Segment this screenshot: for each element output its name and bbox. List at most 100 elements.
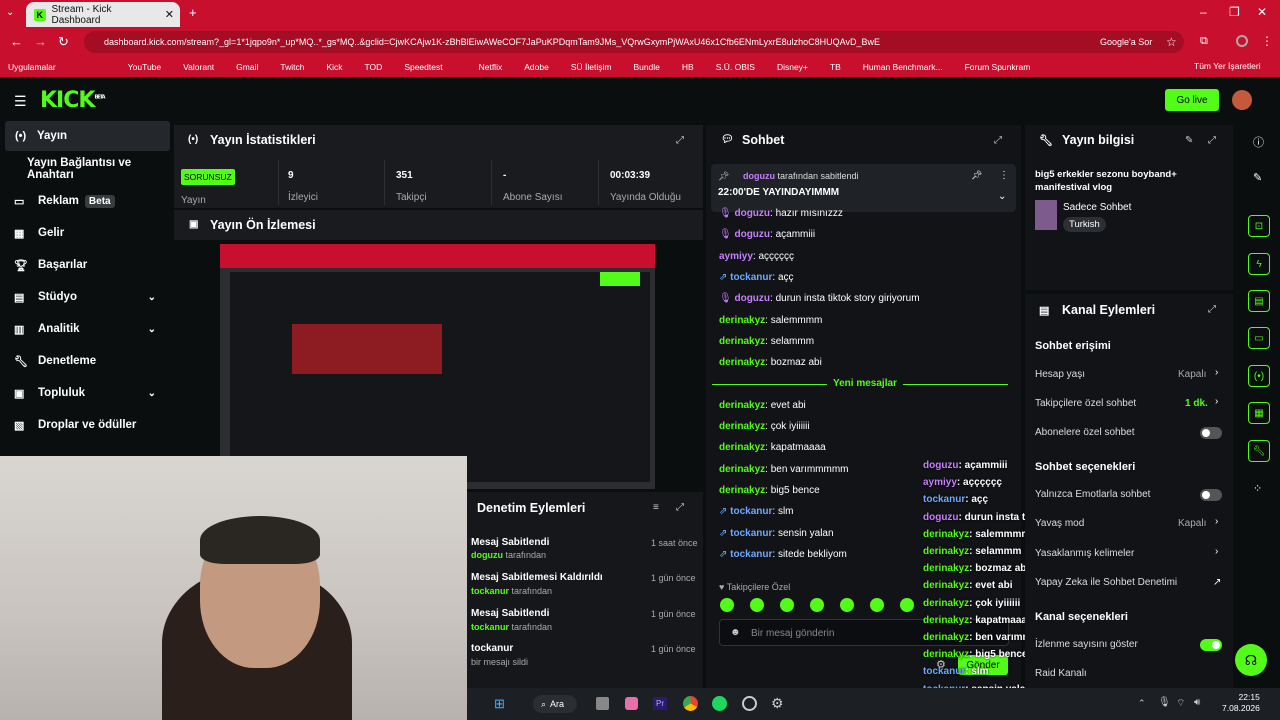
chat-username[interactable]: doguzu bbox=[734, 208, 770, 219]
sidebar-item-revenue[interactable]: ▦ Gelir bbox=[0, 218, 170, 248]
emoji-icon[interactable]: ☻ bbox=[730, 627, 741, 638]
edit-icon[interactable]: ✎ bbox=[1185, 135, 1193, 146]
sidebar-item-drops[interactable]: ▧ Droplar ve ödüller bbox=[0, 410, 170, 440]
bookmark-item[interactable]: HB bbox=[682, 62, 694, 72]
tray-chevron-icon[interactable]: ⌃ bbox=[1138, 698, 1146, 709]
minimize-icon[interactable]: – bbox=[1200, 5, 1207, 19]
followers-chat-setting[interactable]: Takipçilere özel sohbet bbox=[1035, 398, 1136, 409]
all-bookmarks[interactable]: Tüm Yer İşaretleri bbox=[1194, 61, 1261, 71]
filter-icon[interactable]: ≡ bbox=[653, 502, 659, 513]
chat-username[interactable]: derinakyz bbox=[719, 315, 765, 326]
mod-user[interactable]: tockanur bbox=[471, 622, 509, 632]
sidebar-item-stream-key[interactable]: Yayın Bağlantısı ve Anahtarı bbox=[0, 154, 170, 184]
windows-start-icon[interactable]: ⊞ bbox=[494, 696, 505, 712]
profile-icon[interactable] bbox=[1236, 35, 1248, 47]
obs-icon[interactable] bbox=[742, 696, 757, 711]
emote-icon[interactable] bbox=[780, 598, 794, 612]
emote-icon[interactable] bbox=[900, 598, 914, 612]
info-icon[interactable]: ⓘ bbox=[1253, 134, 1264, 150]
stream-preview-video[interactable] bbox=[220, 244, 655, 489]
mod-user[interactable]: doguzu bbox=[471, 550, 503, 560]
bookmark-star-icon[interactable]: ☆ bbox=[1166, 35, 1177, 49]
emote-icon[interactable] bbox=[750, 598, 764, 612]
sidebar-item-community[interactable]: ▣ Topluluk ⌄ bbox=[0, 378, 170, 408]
avatar[interactable] bbox=[1232, 90, 1252, 110]
bookmark-item[interactable]: Uygulamalar bbox=[8, 62, 56, 72]
chat-username[interactable]: derinakyz bbox=[719, 357, 765, 368]
chat-username[interactable]: derinakyz bbox=[719, 442, 765, 453]
bookmark-item[interactable]: Kick bbox=[326, 62, 342, 72]
pinned-message[interactable]: 📌︎ doguzu tarafından sabitlendi 22:00'DE… bbox=[711, 164, 1016, 212]
chat-username[interactable]: derinakyz bbox=[719, 421, 765, 432]
subs-chat-toggle[interactable] bbox=[1200, 427, 1222, 439]
bookmark-item[interactable]: TOD bbox=[365, 62, 383, 72]
google-ask-button[interactable]: Google'a Sor bbox=[1086, 37, 1153, 47]
apps-icon[interactable]: ⁘ bbox=[1253, 482, 1262, 495]
show-viewers-toggle[interactable] bbox=[1200, 639, 1222, 651]
chat-username[interactable]: derinakyz bbox=[719, 464, 765, 475]
taskbar-clock[interactable]: 22:15 7.08.2026 bbox=[1222, 692, 1260, 714]
layout-icon[interactable]: ▦ bbox=[1248, 402, 1270, 424]
chat-username[interactable]: aymiyy bbox=[719, 251, 753, 262]
expand-icon[interactable]: ⤢ bbox=[1208, 304, 1216, 315]
expand-icon[interactable]: ⤢ bbox=[994, 135, 1002, 146]
emote-only-toggle[interactable] bbox=[1200, 489, 1222, 501]
spotify-icon[interactable] bbox=[712, 696, 727, 711]
bookmark-item[interactable]: Human Benchmark... bbox=[863, 62, 943, 72]
forward-icon[interactable]: → bbox=[34, 34, 47, 49]
chat-username[interactable]: tockanur bbox=[730, 272, 772, 283]
wrench-icon[interactable]: 🔧︎ bbox=[1248, 440, 1270, 462]
chat-username[interactable]: derinakyz bbox=[719, 485, 765, 496]
bookmark-item[interactable]: Twitch bbox=[280, 62, 304, 72]
bookmark-item[interactable]: Disney+ bbox=[777, 62, 808, 72]
chat-username[interactable]: tockanur bbox=[730, 549, 772, 560]
bookmark-item[interactable]: Gmail bbox=[236, 62, 258, 72]
slow-mode-setting[interactable]: Yavaş mod bbox=[1035, 518, 1084, 529]
bookmark-item[interactable]: Speedtest bbox=[404, 62, 442, 72]
sidebar-item-yayin[interactable]: (•) Yayın bbox=[5, 121, 170, 151]
lightning-icon[interactable]: ϟ bbox=[1248, 253, 1270, 275]
edit-icon[interactable]: ✎ bbox=[1253, 171, 1262, 184]
chrome-icon[interactable] bbox=[683, 696, 698, 711]
go-live-button[interactable]: Go live bbox=[1165, 89, 1219, 111]
more-icon[interactable]: ⋮ bbox=[999, 170, 1009, 181]
microphone-icon[interactable]: 🎙︎ bbox=[1158, 697, 1171, 708]
emote-icon[interactable] bbox=[840, 598, 854, 612]
expand-icon[interactable]: ⤢ bbox=[676, 135, 684, 146]
emote-icon[interactable] bbox=[720, 598, 734, 612]
close-tab-icon[interactable]: ✕ bbox=[165, 8, 174, 21]
unpin-icon[interactable]: 📌︎ bbox=[971, 170, 982, 181]
account-age-setting[interactable]: Hesap yaşı bbox=[1035, 369, 1085, 380]
maximize-icon[interactable]: ❐ bbox=[1229, 5, 1240, 19]
raid-channel-setting[interactable]: Raid Kanalı bbox=[1035, 668, 1087, 679]
chat-username[interactable]: derinakyz bbox=[719, 336, 765, 347]
bookmark-item[interactable]: S.Ü. OBIS bbox=[716, 62, 755, 72]
chat-username[interactable]: tockanur bbox=[730, 528, 772, 539]
chevron-right-icon[interactable]: › bbox=[1215, 546, 1218, 557]
external-link-icon[interactable]: ↗ bbox=[1213, 577, 1221, 588]
sidebar-item-studio[interactable]: ▤ Stüdyo ⌄ bbox=[0, 282, 170, 312]
volume-icon[interactable]: 🔊︎ bbox=[1194, 697, 1200, 708]
menu-icon[interactable]: ⋮ bbox=[1261, 34, 1273, 48]
bookmark-item[interactable]: YouTube bbox=[128, 62, 161, 72]
expand-icon[interactable]: ⤢ bbox=[1208, 135, 1216, 146]
notes-icon[interactable]: ▤ bbox=[1248, 290, 1270, 312]
chat-username[interactable]: tockanur bbox=[730, 506, 772, 517]
extensions-icon[interactable]: ⧉ bbox=[1200, 35, 1208, 48]
support-icon[interactable]: ☊ bbox=[1235, 644, 1267, 676]
chat-icon[interactable]: ▭ bbox=[1248, 327, 1270, 349]
category-name[interactable]: Sadece Sohbet bbox=[1063, 202, 1131, 213]
ai-moderation-setting[interactable]: Yapay Zeka ile Sohbet Denetimi bbox=[1035, 577, 1177, 588]
url-field[interactable]: dashboard.kick.com/stream?_gl=1*1jqpo9n*… bbox=[84, 31, 1184, 53]
sidebar-item-achievements[interactable]: 🏆︎ Başarılar bbox=[0, 250, 170, 280]
premiere-icon[interactable]: Pr bbox=[653, 697, 667, 710]
banned-words-setting[interactable]: Yasaklanmış kelimeler bbox=[1035, 548, 1134, 559]
broadcast-icon[interactable]: (•) bbox=[1248, 365, 1270, 387]
taskbar-search[interactable]: ⌕ Ara bbox=[533, 695, 577, 713]
tab-list-icon[interactable]: ⌄ bbox=[6, 7, 14, 18]
close-window-icon[interactable]: ✕ bbox=[1257, 5, 1267, 19]
bookmark-item[interactable]: Netflix bbox=[479, 62, 503, 72]
settings-icon[interactable]: ⚙ bbox=[771, 695, 784, 712]
back-icon[interactable]: ← bbox=[10, 34, 23, 49]
task-view-icon[interactable] bbox=[596, 697, 609, 710]
